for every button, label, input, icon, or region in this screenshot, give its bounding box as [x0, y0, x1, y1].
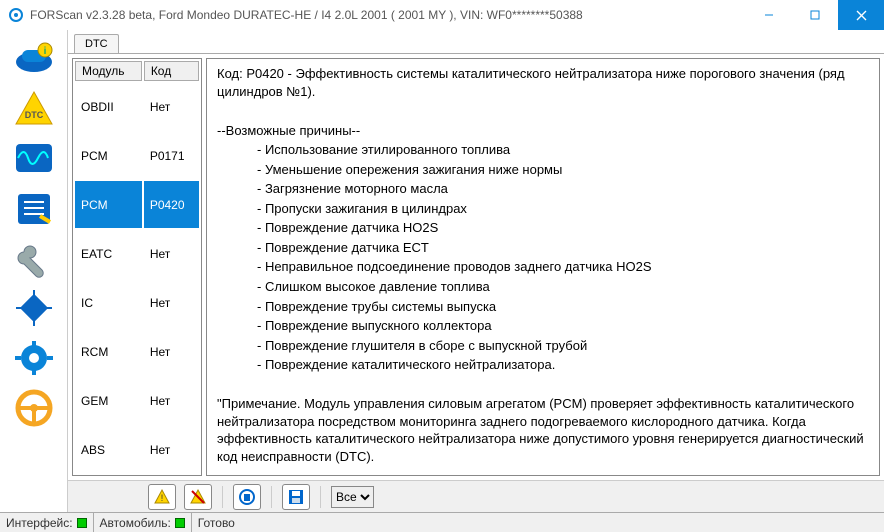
col-module[interactable]: Модуль	[75, 61, 142, 81]
status-vehicle: Автомобиль:	[94, 513, 192, 532]
sidebar-settings[interactable]	[6, 334, 62, 382]
save-button[interactable]	[282, 484, 310, 510]
sidebar-steering[interactable]	[6, 384, 62, 432]
close-button[interactable]	[838, 0, 884, 30]
causes-header: --Возможные причины--	[217, 122, 869, 140]
dtc-table[interactable]: Модуль Код OBDIIНетPCMP0171PCMP0420EATCН…	[72, 58, 202, 476]
cause-line: - Повреждение глушителя в сборе с выпуск…	[217, 337, 869, 355]
svg-text:i: i	[43, 46, 46, 57]
table-row[interactable]: ABSНет	[75, 426, 199, 473]
cause-line: - Пропуски зажигания в цилиндрах	[217, 200, 869, 218]
table-row[interactable]: ICНет	[75, 279, 199, 326]
status-ready: Готово	[192, 513, 884, 532]
cause-line: - Повреждение датчика HO2S	[217, 219, 869, 237]
cause-line: - Повреждение датчика ECT	[217, 239, 869, 257]
clear-button[interactable]	[233, 484, 261, 510]
titlebar: FORScan v2.3.28 beta, Ford Mondeo DURATE…	[0, 0, 884, 30]
read-dtc-button[interactable]: !	[148, 484, 176, 510]
sidebar-dtc[interactable]: DTC	[6, 84, 62, 132]
svg-text:DTC: DTC	[24, 110, 43, 120]
bottom-toolbar: ! Все	[68, 480, 884, 512]
cause-line: - Повреждение каталитического нейтрализа…	[217, 356, 869, 374]
sidebar-oscilloscope[interactable]	[6, 134, 62, 182]
led-icon	[175, 518, 185, 528]
maximize-button[interactable]	[792, 0, 838, 30]
toolbar-separator	[271, 486, 272, 508]
reset-dtc-button[interactable]	[184, 484, 212, 510]
sidebar-vehicle-info[interactable]: i	[6, 34, 62, 82]
toolbar-separator	[222, 486, 223, 508]
table-row[interactable]: PCMP0171	[75, 132, 199, 179]
dtc-detail: Код: P0420 - Эффективность системы катал…	[206, 58, 880, 476]
app-icon	[8, 7, 24, 23]
cause-line: - Слишком высокое давление топлива	[217, 278, 869, 296]
table-row[interactable]: PCMP0420	[75, 181, 199, 228]
cause-line: - Неправильное подсоединение проводов за…	[217, 258, 869, 276]
window-title: FORScan v2.3.28 beta, Ford Mondeo DURATE…	[30, 8, 746, 22]
table-row[interactable]: EATCНет	[75, 230, 199, 277]
toolbar-separator	[320, 486, 321, 508]
cause-line: - Загрязнение моторного масла	[217, 180, 869, 198]
sidebar-tests[interactable]	[6, 184, 62, 232]
statusbar: Интерфейс: Автомобиль: Готово	[0, 512, 884, 532]
detail-title: Код: P0420 - Эффективность системы катал…	[217, 65, 869, 100]
tab-dtc[interactable]: DTC	[74, 34, 119, 53]
led-icon	[77, 518, 87, 528]
tabstrip: DTC	[68, 30, 884, 54]
sidebar: i DTC	[0, 30, 68, 512]
table-row[interactable]: GEMНет	[75, 377, 199, 424]
col-code[interactable]: Код	[144, 61, 199, 81]
status-interface: Интерфейс:	[0, 513, 94, 532]
table-row[interactable]: OBDIIНет	[75, 83, 199, 130]
svg-text:!: !	[161, 493, 164, 503]
cause-line: - Уменьшение опережения зажигания ниже н…	[217, 161, 869, 179]
sidebar-service[interactable]	[6, 234, 62, 282]
sidebar-chip[interactable]	[6, 284, 62, 332]
detail-note: "Примечание. Модуль управления силовым а…	[217, 395, 869, 465]
minimize-button[interactable]	[746, 0, 792, 30]
cause-line: - Повреждение выпускного коллектора	[217, 317, 869, 335]
filter-select[interactable]: Все	[331, 486, 374, 508]
cause-line: - Повреждение трубы системы выпуска	[217, 298, 869, 316]
cause-line: - Использование этилированного топлива	[217, 141, 869, 159]
table-row[interactable]: RCMНет	[75, 328, 199, 375]
window-controls	[746, 0, 884, 30]
